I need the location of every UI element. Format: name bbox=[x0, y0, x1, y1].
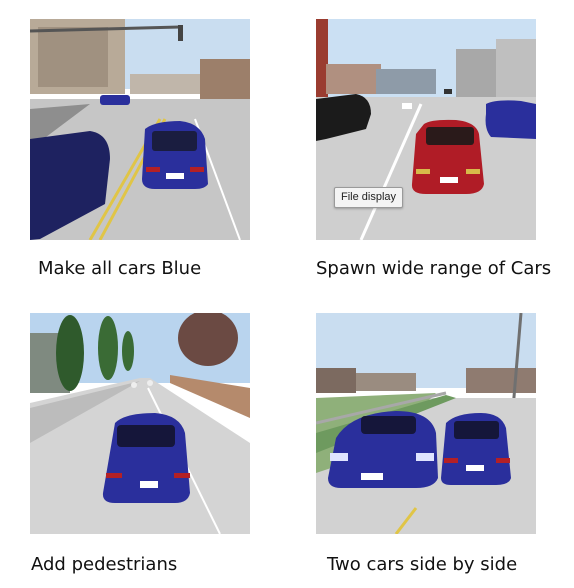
caption-two-cars-side-by-side: Two cars side by side bbox=[327, 554, 518, 575]
caption-make-all-cars-blue: Make all cars Blue bbox=[38, 258, 202, 279]
thumbnail-add-pedestrians[interactable] bbox=[30, 313, 250, 534]
file-display-tooltip: File display bbox=[334, 187, 404, 208]
thumbnail-two-cars-side-by-side[interactable] bbox=[316, 313, 536, 534]
caption-add-pedestrians: Add pedestrians bbox=[31, 554, 178, 575]
caption-spawn-wide-range-of-cars: Spawn wide range of Cars bbox=[316, 258, 552, 279]
thumbnail-make-all-cars-blue[interactable] bbox=[30, 19, 250, 240]
